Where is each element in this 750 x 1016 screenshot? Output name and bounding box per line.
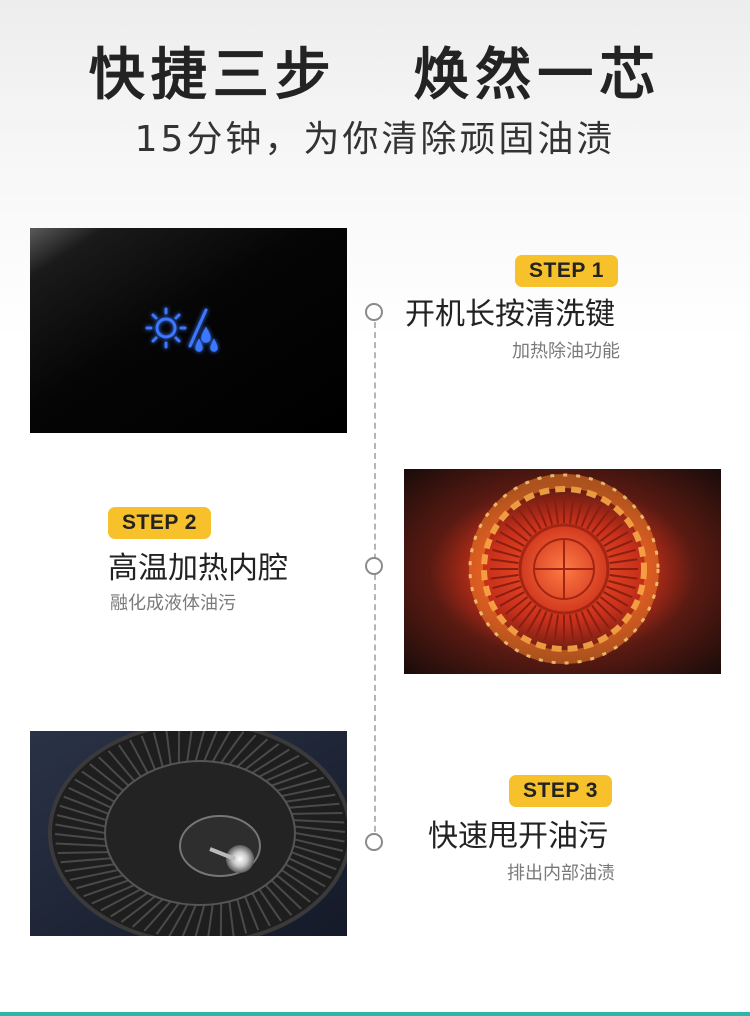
step3-badge: STEP 3 <box>509 775 612 807</box>
step1-title: 开机长按清洗键 <box>405 297 615 332</box>
fan-wheel-image <box>30 731 347 936</box>
step1-desc: 加热除油功能 <box>512 341 620 362</box>
step3-desc: 排出内部油渍 <box>507 863 615 884</box>
step2-desc: 融化成液体油污 <box>110 593 236 614</box>
step3-title: 快速甩开油污 <box>428 819 608 854</box>
timeline-node-step1 <box>365 303 383 321</box>
page-subtitle: 15分钟，为你清除顽固油渍 <box>134 119 616 160</box>
control-panel-image <box>30 228 347 433</box>
timeline-node-step3 <box>365 833 383 851</box>
timeline-node-step2 <box>365 557 383 575</box>
step2-title: 高温加热内腔 <box>108 551 288 586</box>
step1-badge: STEP 1 <box>515 255 618 287</box>
bottom-accent-bar <box>0 1012 750 1016</box>
timeline-line <box>374 322 376 842</box>
page-title: 快捷三步 焕然一芯 <box>88 43 662 108</box>
step2-badge: STEP 2 <box>108 507 211 539</box>
heated-fan-image <box>404 469 721 674</box>
